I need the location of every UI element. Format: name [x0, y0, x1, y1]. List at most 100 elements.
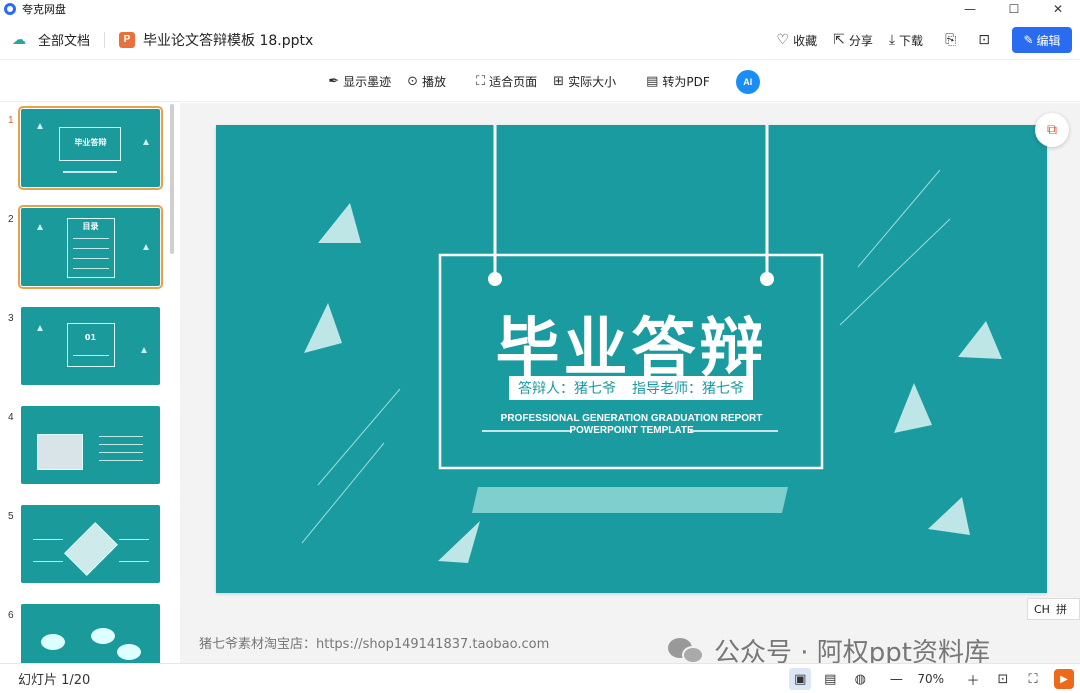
fit-page-icon: ⛶ — [476, 74, 486, 89]
maximize-button[interactable]: ☐ — [992, 0, 1036, 18]
download-icon: ⤓ — [888, 32, 896, 48]
thumb-line — [73, 238, 109, 239]
zoom-in-icon[interactable]: ＋ — [962, 668, 984, 690]
fit-window-icon[interactable]: ⊡ — [992, 668, 1014, 690]
file-toolbar: ☁ 全部文档 P 毕业论文答辩模板 18.pptx ♡ 收藏 ⇱ 分享 ⤓ 下载 ⎘ … — [0, 20, 1080, 60]
thumb-shape — [41, 634, 65, 650]
all-docs-link[interactable]: 全部文档 — [38, 30, 90, 49]
thumbnail-number: 6 — [8, 610, 14, 621]
pdf-icon: ▤ — [646, 74, 659, 89]
slide-preview: 毕业答辩 答辩人：猪七爷 指导老师：猪七爷 PROFESSIONAL GENER… — [216, 125, 1047, 593]
thumbnail-number: 3 — [8, 313, 14, 324]
slide-english-line2: POWERPOINT TEMPLATE — [569, 425, 694, 436]
download-button[interactable]: ⤓ 下载 — [889, 32, 923, 49]
ime-indicator[interactable]: CH 拼 — [1027, 598, 1080, 620]
thumb-triangle — [37, 123, 43, 129]
thumbnail-title: 01 — [84, 333, 97, 342]
thumb-line — [99, 452, 143, 453]
thumbnail-number: 4 — [8, 412, 14, 423]
web-view-icon[interactable]: ◍ — [849, 668, 871, 690]
thumb-line — [99, 460, 143, 461]
thumb-shape — [117, 644, 141, 660]
thumb-line — [33, 539, 63, 540]
thumb-photo — [37, 434, 83, 470]
notes-view-icon[interactable]: ▤ — [819, 668, 841, 690]
window-controls: — ☐ ✕ — [948, 0, 1080, 18]
export-icon[interactable]: ⎘ — [945, 32, 956, 48]
actual-size-button[interactable]: ⊞ 实际大小 — [553, 73, 616, 90]
fit-page-button[interactable]: ⛶ 适合页面 — [476, 73, 537, 90]
thumbnail-number: 2 — [8, 214, 14, 225]
heart-icon: ♡ — [776, 32, 790, 48]
status-controls: ▣ ▤ ◍ — 70% ＋ ⊡ ⛶ ▶ — [781, 664, 1074, 693]
zoom-out-icon[interactable]: — — [885, 668, 907, 690]
play-button[interactable]: ⊙ 播放 — [407, 73, 446, 90]
thumbnail-slide[interactable] — [21, 505, 160, 583]
thumb-shape — [91, 628, 115, 644]
app-title: 夸克网盘 — [22, 3, 66, 16]
slide-subtitle: 答辩人：猪七爷 指导老师：猪七爷 — [509, 376, 753, 400]
thumb-line — [73, 268, 109, 269]
ime-mode: 拼 — [1055, 603, 1067, 616]
share-button[interactable]: ⇱ 分享 — [833, 32, 873, 49]
favorite-button[interactable]: ♡ 收藏 — [777, 32, 818, 49]
divider — [104, 31, 106, 48]
thumbnail-slide[interactable]: 毕业答辩 — [18, 106, 163, 190]
edit-button[interactable]: ✎ 编辑 — [1012, 27, 1072, 53]
thumb-triangle — [141, 347, 147, 353]
ai-assistant-button[interactable]: AI — [735, 69, 760, 94]
title-bar: 夸克网盘 — ☐ ✕ — [0, 0, 1080, 18]
thumb-line — [99, 444, 143, 445]
thumb-frame — [67, 323, 115, 367]
slide-notes: 猪七爷素材淘宝店：https://shop149141837.taobao.co… — [199, 637, 550, 652]
defender-name: 答辩人：猪七爷 — [518, 381, 616, 397]
slide-counter: 幻灯片 1/20 — [18, 673, 91, 688]
normal-view-icon[interactable]: ▣ — [789, 668, 812, 690]
thumb-bar — [63, 171, 117, 173]
thumbnail-slide[interactable] — [21, 406, 160, 484]
slide-english-line1: PROFESSIONAL GENERATION GRADUATION REPOR… — [500, 413, 763, 424]
viewer-toolbar: ✒ 显示墨迹 ⊙ 播放 ⛶ 适合页面 ⊞ 实际大小 ▤ 转为PDF AI — [0, 62, 1080, 102]
thumb-line — [73, 355, 109, 356]
zoom-level[interactable]: 70% — [917, 672, 944, 686]
thumbnail-number: 1 — [8, 115, 14, 126]
ink-icon: ✒ — [328, 74, 340, 89]
thumb-line — [119, 561, 149, 562]
thumb-triangle — [143, 139, 149, 145]
cloud-icon[interactable]: ☁ — [12, 32, 28, 48]
file-name: 毕业论文答辩模板 18.pptx — [143, 32, 314, 49]
thumb-triangle — [37, 224, 43, 230]
app-logo-icon — [4, 3, 16, 15]
thumb-line — [99, 436, 143, 437]
thumbnail-scrollbar[interactable] — [170, 104, 174, 254]
advisor-name: 指导老师：猪七爷 — [632, 381, 744, 397]
minimize-button[interactable]: — — [948, 0, 992, 18]
to-pdf-button[interactable]: ▤ 转为PDF — [646, 73, 710, 90]
thumbnail-title: 毕业答辩 — [74, 138, 107, 147]
thumb-line — [119, 539, 149, 540]
ime-lang: CH — [1034, 602, 1050, 616]
actual-size-icon: ⊞ — [553, 74, 565, 89]
close-button[interactable]: ✕ — [1036, 0, 1080, 18]
thumb-line — [73, 248, 109, 249]
ppt-file-icon: P — [119, 31, 136, 48]
thumb-line — [73, 258, 109, 259]
thumb-shape — [64, 522, 118, 576]
wechat-icon — [668, 636, 704, 666]
slideshow-play-icon[interactable]: ▶ — [1054, 669, 1074, 689]
file-actions: ♡ 收藏 ⇱ 分享 ⤓ 下载 ⎘ ⊡ ✎ 编辑 — [761, 20, 1072, 60]
show-ink-button[interactable]: ✒ 显示墨迹 — [328, 73, 391, 90]
thumbnail-slide[interactable]: 目录 — [18, 205, 163, 289]
thumbnail-slide[interactable]: 01 — [21, 307, 160, 385]
play-circle-icon: ⊙ — [407, 74, 419, 89]
thumb-triangle — [37, 325, 43, 331]
thumb-triangle — [143, 244, 149, 250]
thumbnail-slide[interactable] — [21, 604, 160, 663]
thumbnail-panel: 1 毕业答辩 2 目录 3 01 4 5 6 — [0, 103, 180, 663]
share-icon: ⇱ — [833, 32, 845, 48]
screenshot-tool-icon[interactable]: ⧉ — [1035, 113, 1069, 147]
thumb-line — [33, 561, 63, 562]
fullscreen-icon[interactable]: ⛶ — [1022, 668, 1044, 690]
thumbnail-number: 5 — [8, 511, 14, 522]
feedback-icon[interactable]: ⊡ — [978, 32, 990, 48]
